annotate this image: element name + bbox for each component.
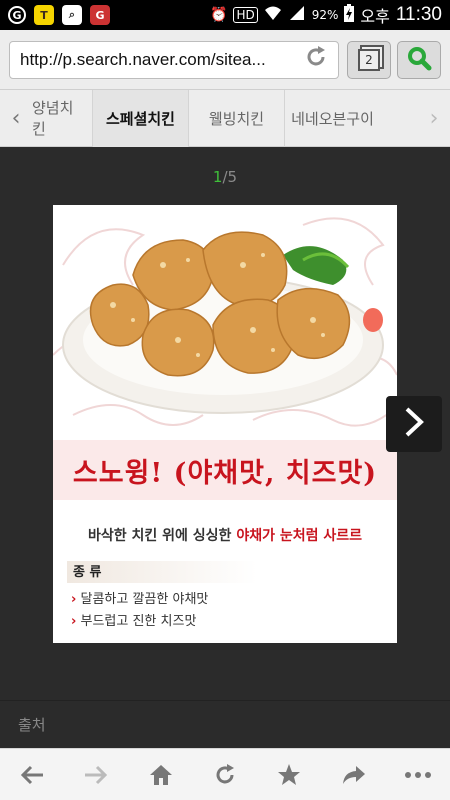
wifi-icon — [264, 5, 282, 25]
clock: 11:30 — [395, 4, 442, 25]
battery-icon — [344, 4, 355, 26]
tagline-highlight: 야채가 눈처럼 사르르 — [236, 528, 362, 544]
image-headline: 스노윙! (야채맛, 치즈맛) — [72, 458, 378, 489]
ampm-label: 오후 — [360, 7, 390, 26]
bookmark-icon — [278, 763, 301, 785]
category-item[interactable]: 웰빙치킨 — [188, 89, 284, 147]
bottom-toolbar — [0, 748, 450, 800]
category-item[interactable]: 네네오븐구이 — [284, 89, 380, 147]
home-button[interactable] — [141, 755, 181, 795]
carrier-app-icon: G — [8, 6, 26, 24]
battery-percent: 92% — [311, 8, 339, 22]
bullet-arrow-icon: › — [71, 614, 77, 629]
tagline-prefix: 바삭한 치킨 위에 싱싱한 — [88, 528, 237, 544]
refresh-icon[interactable] — [304, 45, 328, 75]
bookmark-button[interactable] — [269, 755, 309, 795]
next-image-button[interactable] — [386, 396, 442, 452]
flavor-item: › 부드럽고 진한 치즈맛 — [71, 611, 208, 633]
kakaotalk-icon: T — [34, 5, 54, 25]
browser-toolbar: http://p.search.naver.com/sitea... 2 — [0, 30, 450, 90]
status-bar: G T ⌕ G ⏰ HD 92% 오후 11:30 — [0, 0, 450, 30]
source-label[interactable]: 출처 — [18, 714, 46, 735]
category-list: 양념치킨 스페셜치킨 웰빙치킨 네네오븐구이 — [32, 89, 418, 147]
back-icon — [21, 765, 44, 784]
reload-icon — [216, 763, 234, 783]
forward-button[interactable] — [76, 755, 116, 795]
chevron-right-icon[interactable]: › — [418, 90, 450, 147]
bullet-arrow-icon: › — [71, 592, 77, 607]
url-field[interactable]: http://p.search.naver.com/sitea... — [9, 41, 339, 79]
image-tagline: 바삭한 치킨 위에 싱싱한 야채가 눈처럼 사르르 — [53, 525, 397, 545]
gallery-search-icon: ⌕ — [62, 5, 82, 25]
chevron-right-icon — [402, 406, 426, 442]
category-nav: ‹ 양념치킨 스페셜치킨 웰빙치킨 네네오븐구이 › — [0, 89, 450, 147]
tab-count: 2 — [358, 49, 380, 71]
share-button[interactable] — [334, 755, 374, 795]
back-button[interactable] — [12, 755, 52, 795]
home-icon — [149, 764, 172, 785]
flavor-text: 부드럽고 진한 치즈맛 — [80, 614, 197, 629]
search-button[interactable] — [397, 41, 441, 79]
category-item[interactable]: 양념치킨 — [32, 90, 92, 147]
share-icon — [342, 765, 365, 784]
pager-total: 5 — [227, 168, 238, 186]
alarm-icon: ⏰ — [210, 7, 228, 23]
flavor-list: › 달콤하고 깔끔한 야채맛 › 부드럽고 진한 치즈맛 — [71, 589, 208, 633]
flavor-section-label: 종 류 — [67, 561, 257, 583]
category-item-active[interactable]: 스페셜치킨 — [92, 89, 188, 147]
reload-button[interactable] — [205, 755, 245, 795]
search-icon — [406, 45, 432, 75]
flavor-text: 달콤하고 깔끔한 야채맛 — [80, 592, 209, 607]
flavor-item: › 달콤하고 깔끔한 야채맛 — [71, 589, 208, 611]
tabs-button[interactable]: 2 — [347, 41, 391, 79]
more-button[interactable] — [398, 755, 438, 795]
app-notification-icon: G — [90, 5, 110, 25]
image-pager: 1/5 — [0, 168, 450, 186]
forward-icon — [85, 765, 108, 784]
chevron-left-icon[interactable]: ‹ — [0, 90, 32, 147]
url-text[interactable]: http://p.search.naver.com/sitea... — [20, 50, 298, 70]
product-image[interactable]: 스노윙! (야채맛, 치즈맛) 바삭한 치킨 위에 싱싱한 야채가 눈처럼 사르… — [53, 205, 397, 643]
more-icon — [404, 771, 431, 778]
signal-icon — [288, 5, 306, 25]
source-bar: 출처 — [0, 700, 450, 748]
hd-voice-icon: HD — [233, 7, 258, 23]
